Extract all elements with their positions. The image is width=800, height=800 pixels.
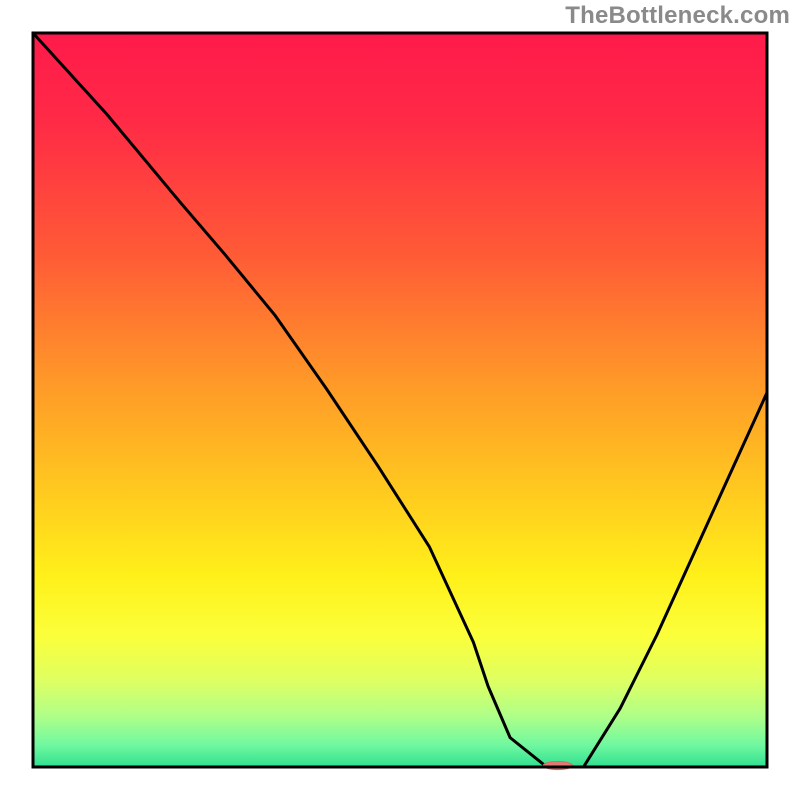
bottleneck-chart: [0, 0, 800, 800]
watermark-text: TheBottleneck.com: [565, 2, 790, 30]
plot-background: [33, 33, 767, 767]
chart-wrapper: TheBottleneck.com: [0, 0, 800, 800]
